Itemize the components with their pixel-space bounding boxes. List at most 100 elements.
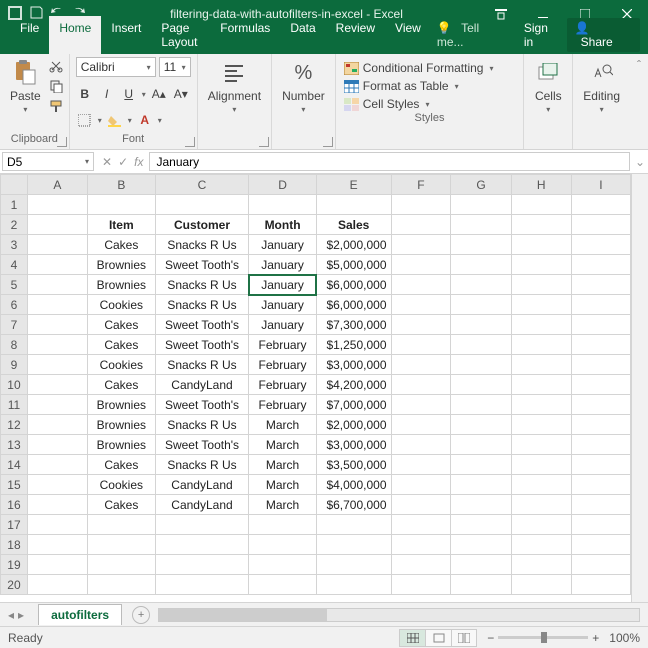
cell[interactable]	[391, 335, 451, 355]
cell[interactable]	[571, 355, 630, 375]
borders-icon[interactable]	[76, 111, 94, 129]
cell[interactable]: Snacks R Us	[155, 415, 249, 435]
fill-color-icon[interactable]	[106, 111, 124, 129]
sheet-tab-autofilters[interactable]: autofilters	[38, 604, 122, 625]
cell[interactable]	[451, 415, 511, 435]
cell[interactable]	[391, 495, 451, 515]
cell[interactable]	[27, 255, 87, 275]
cell[interactable]	[571, 535, 630, 555]
page-layout-view-icon[interactable]	[425, 629, 451, 647]
cell[interactable]: January	[249, 275, 317, 295]
cell[interactable]	[249, 535, 317, 555]
cell[interactable]	[451, 375, 511, 395]
cell[interactable]	[27, 575, 87, 595]
cell[interactable]: $2,000,000	[316, 415, 391, 435]
cell[interactable]: $7,000,000	[316, 395, 391, 415]
cell[interactable]	[27, 415, 87, 435]
cut-icon[interactable]	[49, 59, 63, 76]
cell[interactable]	[511, 315, 571, 335]
cell[interactable]: Snacks R Us	[155, 295, 249, 315]
bold-button[interactable]: B	[76, 85, 94, 103]
cell[interactable]	[511, 375, 571, 395]
row-header[interactable]: 20	[1, 575, 28, 595]
cell[interactable]	[27, 375, 87, 395]
cell[interactable]	[571, 375, 630, 395]
cell[interactable]: February	[249, 375, 317, 395]
clipboard-launcher-icon[interactable]	[57, 137, 67, 147]
alignment-button[interactable]: Alignment ▾	[204, 57, 265, 116]
format-painter-icon[interactable]	[49, 99, 63, 116]
cell[interactable]	[451, 395, 511, 415]
cell[interactable]	[316, 575, 391, 595]
underline-button[interactable]: U	[120, 85, 138, 103]
row-header[interactable]: 11	[1, 395, 28, 415]
row-header[interactable]: 13	[1, 435, 28, 455]
row-header[interactable]: 14	[1, 455, 28, 475]
format-as-table-button[interactable]: Format as Table▾	[342, 78, 518, 94]
cell[interactable]: Cakes	[87, 315, 155, 335]
cell[interactable]	[511, 495, 571, 515]
cell[interactable]	[391, 575, 451, 595]
row-header[interactable]: 9	[1, 355, 28, 375]
cell[interactable]: $6,700,000	[316, 495, 391, 515]
cell[interactable]: March	[249, 495, 317, 515]
cell-styles-button[interactable]: Cell Styles▾	[342, 96, 518, 112]
cell[interactable]: Snacks R Us	[155, 235, 249, 255]
zoom-in-button[interactable]: +	[592, 631, 599, 645]
alignment-launcher-icon[interactable]	[259, 137, 269, 147]
cell[interactable]	[391, 455, 451, 475]
cell[interactable]	[571, 395, 630, 415]
tell-me[interactable]: 💡 Tell me...	[431, 16, 515, 54]
cell[interactable]	[27, 475, 87, 495]
cell[interactable]	[451, 355, 511, 375]
cell[interactable]	[316, 555, 391, 575]
font-color-icon[interactable]: A	[136, 111, 154, 129]
name-box[interactable]: D5▾	[2, 152, 94, 171]
row-header[interactable]: 19	[1, 555, 28, 575]
col-header-B[interactable]: B	[87, 175, 155, 195]
cell[interactable]	[571, 515, 630, 535]
cell[interactable]	[391, 255, 451, 275]
formula-input[interactable]: January	[149, 152, 630, 171]
tab-page-layout[interactable]: Page Layout	[151, 16, 210, 54]
cell[interactable]	[27, 555, 87, 575]
italic-button[interactable]: I	[98, 85, 116, 103]
font-launcher-icon[interactable]	[185, 137, 195, 147]
sheet-nav-prev-icon[interactable]: ◂	[8, 608, 14, 622]
cell[interactable]: Snacks R Us	[155, 355, 249, 375]
cell[interactable]: Cookies	[87, 355, 155, 375]
cell[interactable]	[249, 515, 317, 535]
cell[interactable]	[511, 235, 571, 255]
row-header[interactable]: 10	[1, 375, 28, 395]
cell[interactable]	[511, 575, 571, 595]
fx-icon[interactable]: fx	[134, 155, 143, 169]
cell[interactable]: March	[249, 435, 317, 455]
cell[interactable]	[511, 435, 571, 455]
cell[interactable]	[27, 335, 87, 355]
col-header-H[interactable]: H	[511, 175, 571, 195]
cell[interactable]: Sweet Tooth's	[155, 255, 249, 275]
cell[interactable]	[511, 195, 571, 215]
cell[interactable]	[155, 515, 249, 535]
cell[interactable]: Cakes	[87, 235, 155, 255]
cell[interactable]: March	[249, 475, 317, 495]
cell[interactable]	[571, 475, 630, 495]
zoom-level[interactable]: 100%	[609, 631, 640, 645]
cell[interactable]	[451, 235, 511, 255]
row-header[interactable]: 18	[1, 535, 28, 555]
cell[interactable]	[391, 435, 451, 455]
cell[interactable]	[27, 275, 87, 295]
cell[interactable]	[27, 495, 87, 515]
cell[interactable]	[451, 315, 511, 335]
font-size-combo[interactable]: 11▾	[159, 57, 191, 77]
cell[interactable]: Cookies	[87, 475, 155, 495]
cell[interactable]: $6,000,000	[316, 295, 391, 315]
cell[interactable]	[391, 295, 451, 315]
cell[interactable]	[249, 195, 317, 215]
cell[interactable]: Cakes	[87, 375, 155, 395]
conditional-formatting-button[interactable]: Conditional Formatting▾	[342, 60, 518, 76]
cell[interactable]	[27, 355, 87, 375]
cell[interactable]	[451, 435, 511, 455]
cell[interactable]	[571, 455, 630, 475]
col-header-E[interactable]: E	[316, 175, 391, 195]
